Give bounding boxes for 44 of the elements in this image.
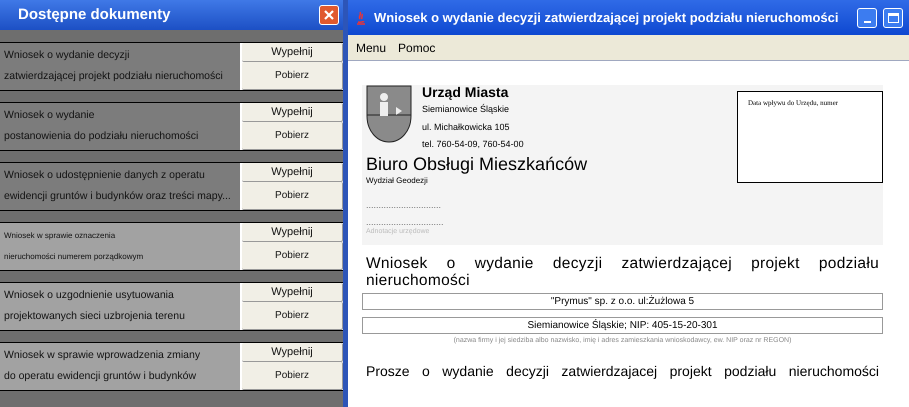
office-name: Urząd Miasta bbox=[422, 85, 510, 99]
download-button[interactable]: Pobierz bbox=[242, 62, 343, 90]
download-button[interactable]: Pobierz bbox=[242, 302, 343, 330]
bureau-name: Biuro Obsługi Mieszkańców bbox=[366, 152, 588, 175]
department-name: Wydział Geodezji bbox=[366, 175, 429, 187]
fill-button[interactable]: Wypełnij bbox=[242, 43, 343, 62]
document-name: Wniosek w sprawie wprowadzenia zmiany bbox=[4, 348, 202, 363]
minimize-icon[interactable] bbox=[857, 8, 877, 28]
document-name: Wniosek o uzgodnienie usytuowania bbox=[4, 288, 175, 303]
document-name: Wniosek o udostępnienie danych z operatu bbox=[4, 168, 206, 183]
applicant-field[interactable]: Siemianowice Śląskie; NIP: 405-15-20-301 bbox=[362, 317, 883, 334]
dotted-line: ............................... bbox=[366, 218, 445, 227]
document-name: zatwierdzającej projekt podziału nieruchomości bbox=[4, 69, 224, 84]
download-button[interactable]: Pobierz bbox=[242, 122, 343, 150]
fill-button[interactable]: Wypełnij bbox=[242, 223, 343, 242]
app-icon bbox=[354, 10, 368, 26]
document-name: Wniosek w sprawie oznaczenia bbox=[4, 230, 116, 242]
document-name: do operatu ewidencji gruntów i budynków bbox=[4, 369, 198, 384]
fill-button[interactable]: Wypełnij bbox=[242, 343, 343, 362]
fill-button[interactable]: Wypełnij bbox=[242, 163, 343, 182]
office-city: Siemianowice Śląskie bbox=[422, 103, 510, 116]
dotted-line: .............................. bbox=[366, 201, 442, 210]
maximize-icon[interactable] bbox=[883, 8, 903, 28]
applicant-field[interactable]: "Prymus" sp. z o.o. ul:Żużlowa 5 bbox=[362, 293, 883, 310]
form-heading: Wniosek o wydanie decyzji zatwierdzającej projekt podziału nieruchomości bbox=[365, 255, 880, 289]
document-name: projektowanych sieci uzbrojenia terenu bbox=[4, 309, 186, 324]
body-text: Prosze o wydanie decyzji zatwierdzajacej projekt podziału nieruchomości bbox=[365, 362, 880, 378]
menu-item[interactable]: Pomoc bbox=[398, 38, 436, 56]
office-street: ul. Michałkowicka 105 bbox=[422, 120, 511, 134]
office-phone: tel. 760-54-09, 760-54-00 bbox=[422, 138, 524, 151]
document-name: ewidencji gruntów i budynków oraz treści mapy... bbox=[4, 189, 232, 204]
download-button[interactable]: Pobierz bbox=[242, 242, 343, 270]
window-title: Wniosek o wydanie decyzji zatwierdzającej projekt podziału nieruchomości bbox=[374, 8, 840, 27]
panel-title: Dostępne dokumenty bbox=[18, 4, 171, 25]
document-name: nieruchomości numerem porządkowym bbox=[4, 251, 144, 264]
document-name: Wniosek o wydanie bbox=[4, 108, 96, 123]
document-name: Wniosek o wydanie decyzji bbox=[4, 48, 130, 63]
fill-button[interactable]: Wypełnij bbox=[242, 103, 343, 122]
menu-item[interactable]: Menu bbox=[356, 38, 386, 56]
download-button[interactable]: Pobierz bbox=[242, 362, 343, 390]
download-button[interactable]: Pobierz bbox=[242, 182, 343, 210]
close-icon[interactable] bbox=[319, 5, 339, 25]
document-name: postanowienia do podziału nieruchomości bbox=[4, 129, 200, 144]
fill-button[interactable]: Wypełnij bbox=[242, 283, 343, 302]
